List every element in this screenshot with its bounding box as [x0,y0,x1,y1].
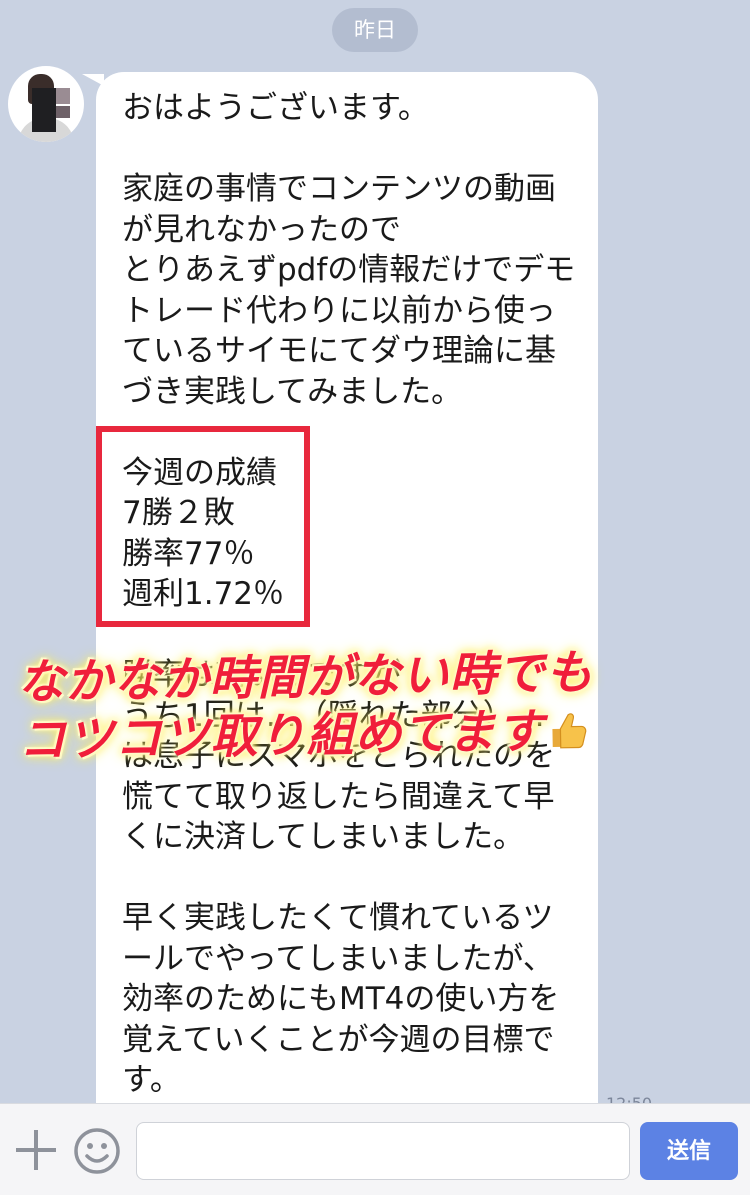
thumbs-up-icon [552,713,586,749]
input-bar: 送信 [0,1103,750,1195]
plus-icon[interactable] [14,1128,58,1172]
avatar-mosaic [56,88,70,104]
avatar-mosaic [56,106,70,118]
avatar[interactable] [8,66,84,142]
send-button[interactable]: 送信 [640,1122,738,1180]
caption-line-2: コツコツ取り組めてます [18,700,739,771]
highlight-box [96,426,310,627]
avatar-mosaic [32,88,56,132]
caption-overlay: なかなか時間がない時でも コツコツ取り組めてます [17,642,739,771]
caption-line-2-text: コツコツ取り組めてます [18,704,545,769]
message-input[interactable] [136,1122,630,1180]
message-bubble[interactable]: おはようございます。 家庭の事情でコンテンツの動画が見れなかったので とりあえず… [96,72,598,1132]
emoji-icon[interactable] [72,1126,122,1176]
date-separator: 昨日 [332,8,418,52]
